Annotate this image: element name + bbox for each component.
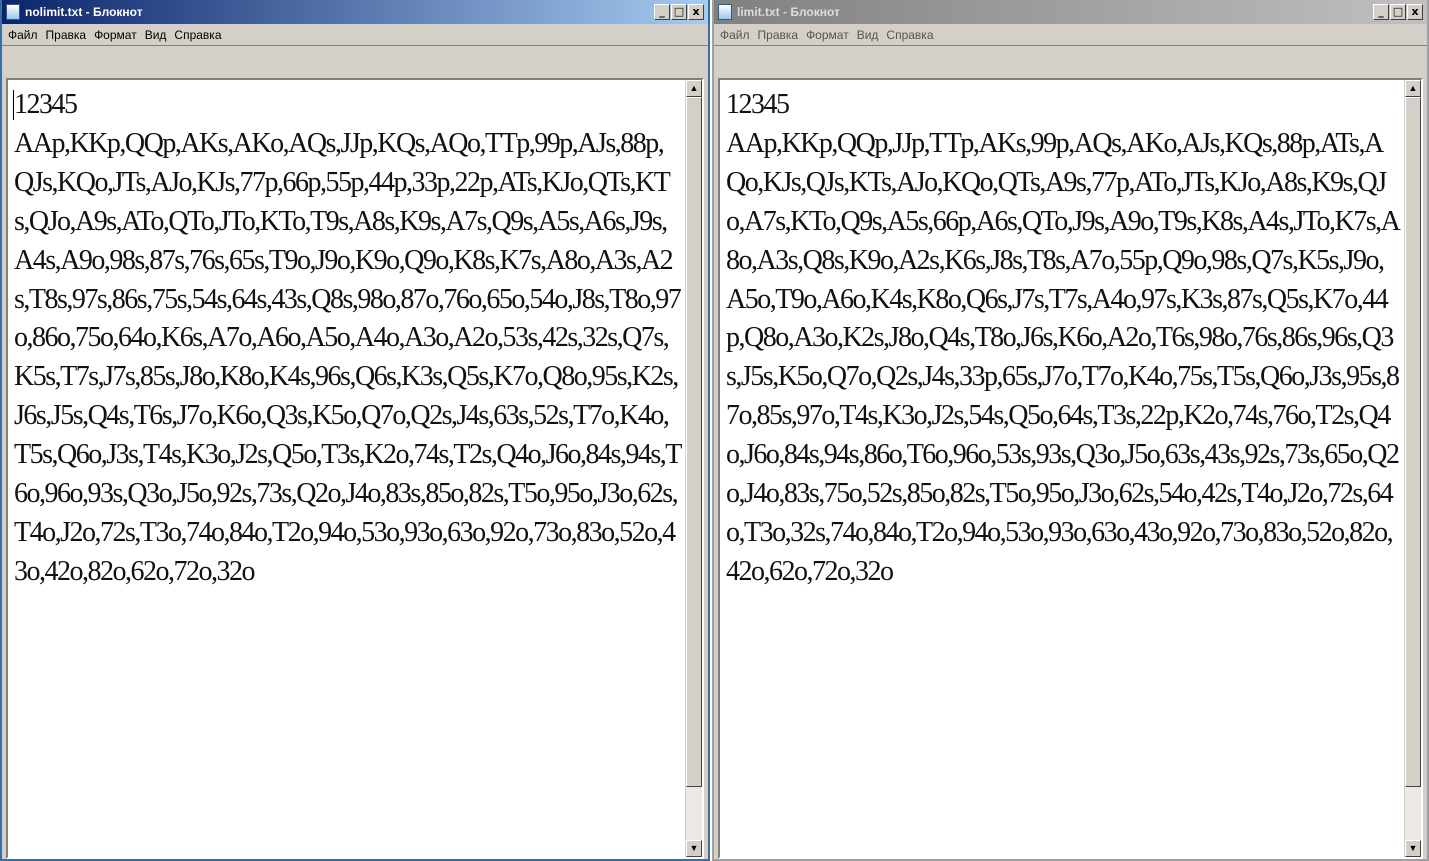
text-editor[interactable]: 12345 AAp,KKp,QQp,JJp,TTp,AKs,99p,AQs,AK… <box>718 78 1423 859</box>
notepad-window-limit: limit.txt - Блокнот _ □ x Файл Правка Фо… <box>712 0 1429 861</box>
notepad-icon[interactable] <box>6 4 20 20</box>
window-title: nolimit.txt - Блокнот <box>25 5 143 19</box>
text-cursor <box>13 90 14 120</box>
window-title: limit.txt - Блокнот <box>737 5 840 19</box>
menu-file[interactable]: Файл <box>716 28 754 42</box>
menu-view[interactable]: Вид <box>141 28 171 42</box>
minimize-button[interactable]: _ <box>654 4 670 20</box>
minimize-button[interactable]: _ <box>1373 4 1389 20</box>
menu-format[interactable]: Формат <box>802 28 853 42</box>
menu-bar: Файл Правка Формат Вид Справка <box>714 24 1427 46</box>
notepad-window-nolimit: nolimit.txt - Блокнот _ □ x Файл Правка … <box>0 0 710 861</box>
title-bar[interactable]: nolimit.txt - Блокнот _ □ x <box>2 0 708 24</box>
scroll-track[interactable] <box>1405 97 1421 840</box>
menu-view[interactable]: Вид <box>853 28 883 42</box>
scroll-thumb[interactable] <box>1405 97 1421 787</box>
scroll-thumb[interactable] <box>686 97 702 787</box>
menu-format[interactable]: Формат <box>90 28 141 42</box>
scroll-track[interactable] <box>686 97 702 840</box>
scroll-up-button[interactable]: ▲ <box>1405 80 1421 97</box>
scroll-down-button[interactable]: ▼ <box>1405 840 1421 857</box>
maximize-button[interactable]: □ <box>1390 4 1406 20</box>
text-editor[interactable]: 12345 AAp,KKp,QQp,AKs,AKo,AQs,JJp,KQs,AQ… <box>6 78 704 859</box>
scroll-up-button[interactable]: ▲ <box>686 80 702 97</box>
text-content[interactable]: 12345 AAp,KKp,QQp,AKs,AKo,AQs,JJp,KQs,AQ… <box>8 80 685 857</box>
menu-help[interactable]: Справка <box>882 28 937 42</box>
close-button[interactable]: x <box>1407 4 1423 20</box>
title-bar[interactable]: limit.txt - Блокнот _ □ x <box>714 0 1427 24</box>
scroll-down-button[interactable]: ▼ <box>686 840 702 857</box>
menu-help[interactable]: Справка <box>170 28 225 42</box>
vertical-scrollbar[interactable]: ▲ ▼ <box>1404 80 1421 857</box>
menu-edit[interactable]: Правка <box>754 28 803 42</box>
menu-edit[interactable]: Правка <box>42 28 91 42</box>
text-content[interactable]: 12345 AAp,KKp,QQp,JJp,TTp,AKs,99p,AQs,AK… <box>720 80 1404 857</box>
menu-file[interactable]: Файл <box>4 28 42 42</box>
vertical-scrollbar[interactable]: ▲ ▼ <box>685 80 702 857</box>
maximize-button[interactable]: □ <box>671 4 687 20</box>
notepad-icon[interactable] <box>718 4 732 20</box>
menu-bar: Файл Правка Формат Вид Справка <box>2 24 708 46</box>
close-button[interactable]: x <box>688 4 704 20</box>
